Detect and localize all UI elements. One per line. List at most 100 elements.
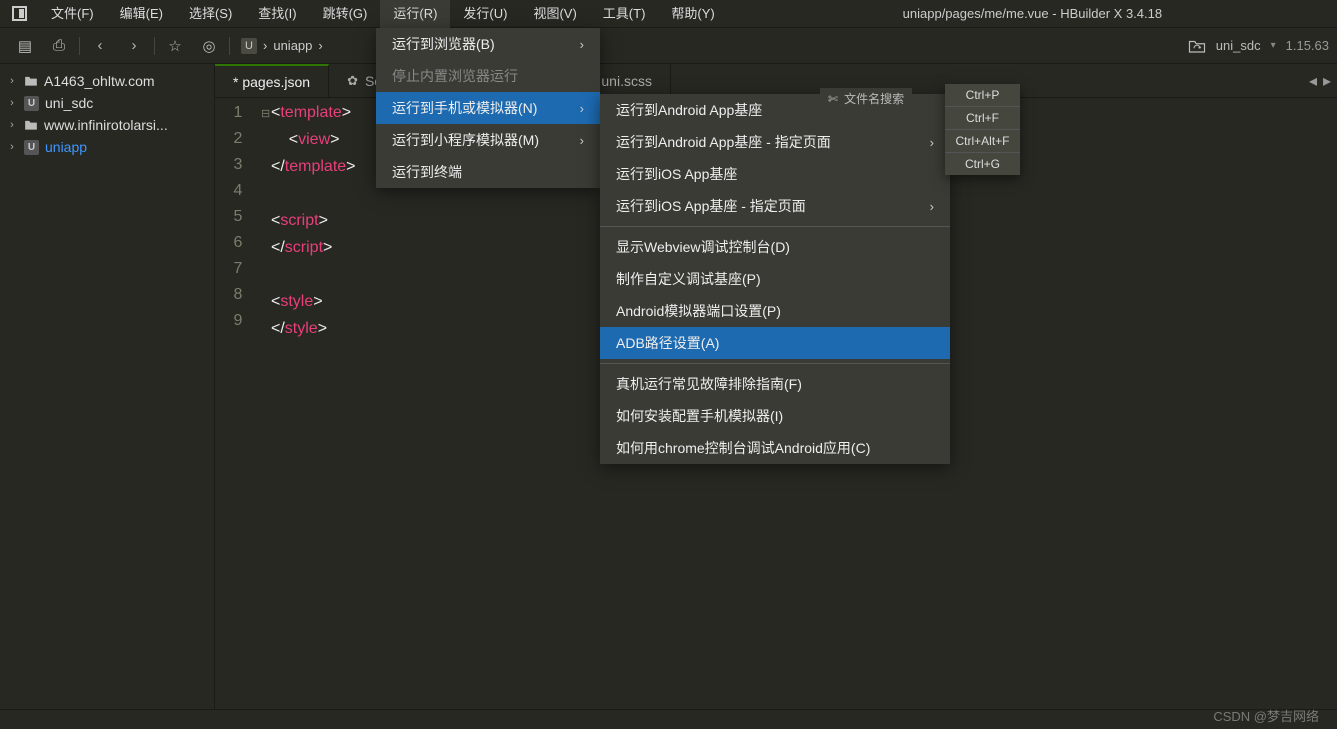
sidebar-item-label: www.infinirotolarsi... bbox=[44, 117, 168, 133]
app-logo bbox=[0, 6, 38, 21]
toolbar: ▤ ⎙ ‹ › ☆ ◎ U › uniapp › uni_sdc ▾ 1.15.… bbox=[0, 28, 1337, 64]
submenu-item[interactable]: 如何安装配置手机模拟器(I) bbox=[600, 400, 950, 432]
run-menu-dropdown: 运行到浏览器(B)›停止内置浏览器运行运行到手机或模拟器(N)›运行到小程序模拟… bbox=[376, 28, 600, 188]
code-line[interactable] bbox=[261, 262, 356, 289]
target-icon[interactable]: ◎ bbox=[192, 33, 226, 59]
menu-item[interactable]: 运行到浏览器(B)› bbox=[376, 28, 600, 60]
chevron-right-icon: › bbox=[580, 101, 584, 116]
submenu-item[interactable]: 运行到iOS App基座 bbox=[600, 158, 950, 190]
menu-运行r[interactable]: 运行(R) bbox=[380, 0, 450, 28]
menu-item[interactable]: 运行到手机或模拟器(N)› bbox=[376, 92, 600, 124]
submenu-item[interactable]: 运行到iOS App基座 - 指定页面 › bbox=[600, 190, 950, 222]
watermark: CSDN @梦吉网络 bbox=[1213, 706, 1319, 725]
tab-label: * pages.json bbox=[233, 74, 310, 90]
chevron-right-icon: › bbox=[6, 97, 18, 109]
line-gutter: 123456789 bbox=[215, 98, 261, 709]
shortcut-row[interactable]: Ctrl+F bbox=[945, 107, 1020, 130]
project-name[interactable]: uni_sdc bbox=[1216, 38, 1261, 53]
menu-发行u[interactable]: 发行(U) bbox=[450, 0, 520, 28]
code-line[interactable]: </script> bbox=[261, 235, 356, 262]
dropdown-caret-icon[interactable]: ▾ bbox=[1271, 40, 1276, 51]
new-file-icon[interactable]: ▤ bbox=[8, 33, 42, 59]
nav-forward-icon[interactable]: › bbox=[117, 33, 151, 59]
menu-item-label: 停止内置浏览器运行 bbox=[392, 66, 518, 86]
menu-查找i[interactable]: 查找(I) bbox=[245, 0, 309, 28]
folder-sync-icon[interactable] bbox=[1188, 38, 1206, 54]
chevron-right-icon: › bbox=[580, 133, 584, 148]
code-line[interactable] bbox=[261, 181, 356, 208]
submenu-item[interactable]: 真机运行常见故障排除指南(F) bbox=[600, 368, 950, 400]
nav-back-icon[interactable]: ‹ bbox=[83, 33, 117, 59]
code-line[interactable]: </style> bbox=[261, 316, 356, 343]
chevron-right-icon: › bbox=[930, 135, 934, 150]
sidebar-item[interactable]: ›A1463_ohltw.com bbox=[0, 70, 214, 92]
code-line[interactable]: ⊟<template> bbox=[261, 100, 356, 127]
crumb-root[interactable]: uniapp bbox=[273, 38, 312, 53]
project-icon: U bbox=[241, 38, 257, 54]
version-label: 1.15.63 bbox=[1286, 38, 1329, 53]
menu-item[interactable]: 运行到终端 bbox=[376, 156, 600, 188]
tab-scroll-right-icon[interactable]: ▸ bbox=[1323, 71, 1331, 91]
window-title: uniapp/pages/me/me.vue - HBuilder X 3.4.… bbox=[728, 6, 1337, 21]
tab-label: uni.scss bbox=[601, 73, 652, 89]
crumb-chevron: › bbox=[263, 38, 267, 53]
tab-scroll-left-icon[interactable]: ◂ bbox=[1309, 71, 1317, 91]
sidebar-item[interactable]: › Uuni_sdc bbox=[0, 92, 214, 114]
chevron-right-icon: › bbox=[6, 119, 18, 131]
code-line[interactable]: <view> bbox=[261, 127, 356, 154]
submenu-item-label: 如何用chrome控制台调试Android应用(C) bbox=[616, 438, 870, 458]
breadcrumb[interactable]: U › uniapp › bbox=[241, 38, 323, 54]
submenu-item-label: ADB路径设置(A) bbox=[616, 333, 719, 353]
menu-item-label: 运行到终端 bbox=[392, 162, 462, 182]
menu-选择s[interactable]: 选择(S) bbox=[176, 0, 245, 28]
menu-工具t[interactable]: 工具(T) bbox=[590, 0, 659, 28]
menu-跳转g[interactable]: 跳转(G) bbox=[310, 0, 381, 28]
editor-tab[interactable]: * pages.json bbox=[215, 64, 329, 97]
menu-帮助y[interactable]: 帮助(Y) bbox=[658, 0, 727, 28]
menu-item[interactable]: 停止内置浏览器运行 bbox=[376, 60, 600, 92]
code-line[interactable]: <style> bbox=[261, 289, 356, 316]
submenu-item[interactable]: 制作自定义调试基座(P) bbox=[600, 263, 950, 295]
submenu-item[interactable]: 如何用chrome控制台调试Android应用(C) bbox=[600, 432, 950, 464]
menu-separator bbox=[600, 226, 950, 227]
menu-item-label: 运行到小程序模拟器(M) bbox=[392, 130, 539, 150]
chevron-right-icon: › bbox=[580, 37, 584, 52]
sidebar-item[interactable]: › www.infinirotolarsi... bbox=[0, 114, 214, 136]
uniapp-icon: U bbox=[24, 96, 39, 111]
gear-icon: ✿ bbox=[347, 73, 358, 89]
folder-icon bbox=[24, 118, 38, 132]
submenu-item-label: 运行到iOS App基座 - 指定页面 bbox=[616, 196, 806, 216]
project-sidebar: ›A1463_ohltw.com›Uuni_sdc›www.infiniroto… bbox=[0, 64, 215, 709]
menu-视图v[interactable]: 视图(V) bbox=[520, 0, 589, 28]
shortcut-popup: Ctrl+PCtrl+FCtrl+Alt+FCtrl+G bbox=[945, 84, 1020, 175]
shortcut-row[interactable]: Ctrl+Alt+F bbox=[945, 130, 1020, 153]
submenu-item-label: 运行到Android App基座 - 指定页面 bbox=[616, 132, 831, 152]
code-line[interactable]: <script> bbox=[261, 208, 356, 235]
submenu-item-label: 运行到Android App基座 bbox=[616, 100, 762, 120]
sidebar-item-label: uni_sdc bbox=[45, 95, 93, 111]
save-icon[interactable]: ⎙ bbox=[42, 33, 76, 59]
sidebar-item-label: uniapp bbox=[45, 139, 87, 155]
shortcut-row[interactable]: Ctrl+P bbox=[945, 84, 1020, 107]
shortcut-row[interactable]: Ctrl+G bbox=[945, 153, 1020, 175]
chevron-right-icon: › bbox=[6, 75, 18, 87]
folder-icon bbox=[24, 74, 38, 88]
submenu-item[interactable]: 运行到Android App基座 - 指定页面 › bbox=[600, 126, 950, 158]
submenu-item-label: 真机运行常见故障排除指南(F) bbox=[616, 374, 802, 394]
hint-popup: ✄ 文件名搜索 bbox=[820, 88, 912, 109]
menu-separator bbox=[600, 363, 950, 364]
menu-item[interactable]: 运行到小程序模拟器(M) › bbox=[376, 124, 600, 156]
star-icon[interactable]: ☆ bbox=[158, 33, 192, 59]
submenu-item-label: 运行到iOS App基座 bbox=[616, 164, 737, 184]
menu-编辑e[interactable]: 编辑(E) bbox=[107, 0, 176, 28]
menubar: 文件(F)编辑(E)选择(S)查找(I)跳转(G)运行(R)发行(U)视图(V)… bbox=[0, 0, 1337, 28]
sidebar-item[interactable]: ›Uuniapp bbox=[0, 136, 214, 158]
submenu-item-label: 制作自定义调试基座(P) bbox=[616, 269, 761, 289]
chevron-right-icon: › bbox=[930, 199, 934, 214]
code-line[interactable]: </template> bbox=[261, 154, 356, 181]
submenu-item[interactable]: Android模拟器端口设置(P) bbox=[600, 295, 950, 327]
submenu-item[interactable]: 显示Webview调试控制台(D) bbox=[600, 231, 950, 263]
submenu-item-label: 显示Webview调试控制台(D) bbox=[616, 237, 790, 257]
submenu-item[interactable]: ADB路径设置(A) bbox=[600, 327, 950, 359]
menu-文件f[interactable]: 文件(F) bbox=[38, 0, 107, 28]
